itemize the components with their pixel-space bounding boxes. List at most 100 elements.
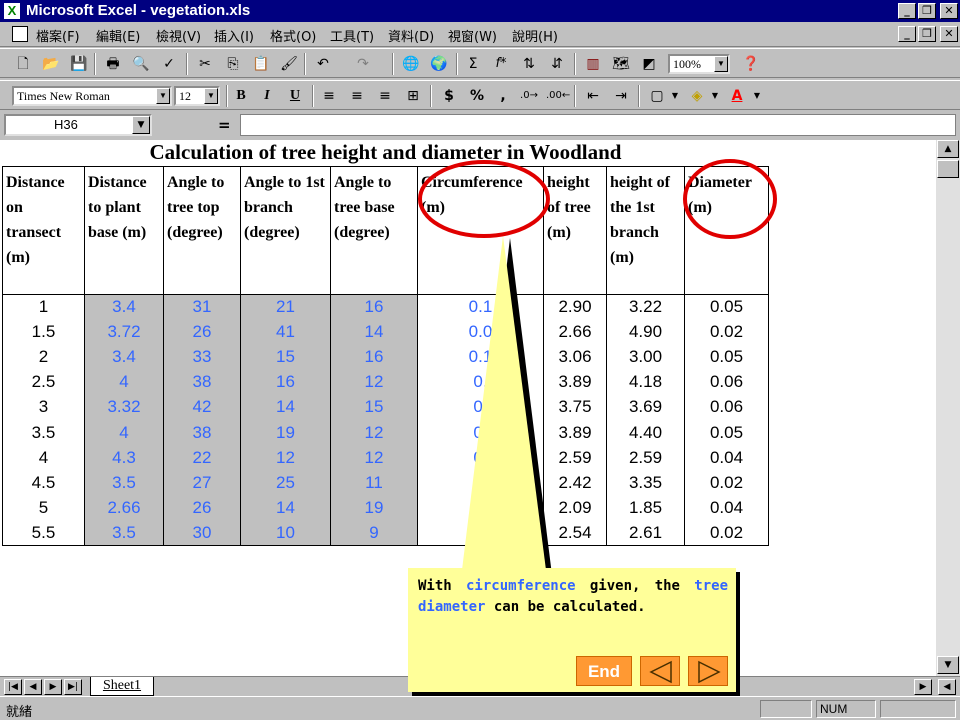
table-cell[interactable]: 38 (163, 419, 241, 446)
column-header[interactable]: Circumference (m) (417, 165, 544, 295)
table-cell[interactable]: 4.40 (606, 419, 685, 446)
table-cell[interactable]: 12 (330, 445, 418, 471)
table-cell[interactable]: 3.69 (606, 394, 685, 420)
tab-sheet1[interactable]: Sheet1 (90, 677, 154, 696)
save-icon[interactable]: 💾 (68, 53, 90, 75)
table-cell[interactable]: 41 (240, 319, 331, 345)
table-cell[interactable]: 14 (240, 495, 331, 521)
previous-slide-button[interactable] (640, 656, 680, 686)
table-cell[interactable]: 25 (240, 470, 331, 496)
table-cell[interactable]: 0.05 (684, 419, 769, 446)
menu-tools[interactable]: 工具(T) (330, 26, 374, 45)
table-cell[interactable]: 4.3 (84, 445, 164, 471)
table-cell[interactable]: 3.72 (84, 319, 164, 345)
table-cell[interactable]: 15 (240, 344, 331, 370)
column-header[interactable]: height of tree (m) (543, 165, 607, 295)
chevron-down-icon[interactable]: ▼ (204, 88, 218, 104)
print-icon[interactable]: 🖶 (102, 53, 124, 75)
next-slide-button[interactable] (688, 656, 728, 686)
end-button[interactable]: End (576, 656, 632, 686)
table-cell[interactable]: 0. (417, 445, 544, 471)
bold-button[interactable]: B (230, 85, 252, 107)
sheet-title[interactable]: Calculation of tree height and diameter … (3, 140, 769, 166)
table-cell[interactable]: 0.04 (684, 495, 769, 521)
map-icon[interactable]: 🗺 (610, 53, 632, 75)
column-header[interactable]: Angle to tree base (degree) (330, 165, 418, 295)
restore-button[interactable]: ❐ (918, 3, 936, 19)
table-cell[interactable]: 0.02 (684, 319, 769, 345)
table-cell[interactable]: 16 (330, 344, 418, 370)
excel-icon[interactable]: X (4, 3, 20, 19)
decrease-decimal-icon[interactable]: .00← (546, 85, 570, 107)
chevron-down-icon[interactable]: ▼ (664, 85, 686, 107)
table-cell[interactable]: 1.5 (2, 319, 85, 345)
table-cell[interactable]: 0.05 (684, 344, 769, 370)
cut-icon[interactable]: ✂ (194, 53, 216, 75)
table-cell[interactable]: 2 (2, 344, 85, 370)
open-icon[interactable]: 📂 (40, 53, 62, 75)
doc-restore-button[interactable]: ❐ (918, 26, 936, 42)
last-sheet-button[interactable]: ▶| (64, 679, 82, 695)
table-cell[interactable]: 3.75 (543, 394, 607, 420)
table-cell[interactable]: 0.02 (684, 520, 769, 547)
doc-minimize-button[interactable]: _ (898, 26, 916, 42)
scroll-right-button[interactable]: ▶ (914, 679, 932, 695)
menu-edit[interactable]: 編輯(E) (96, 26, 140, 45)
table-cell[interactable]: 2.61 (606, 520, 685, 547)
merge-center-icon[interactable]: ⊞ (402, 85, 424, 107)
sort-descending-icon[interactable]: ⇵ (546, 53, 568, 75)
document-icon[interactable] (12, 26, 28, 42)
table-cell[interactable] (417, 520, 544, 547)
table-cell[interactable]: 26 (163, 495, 241, 521)
table-cell[interactable]: 3.22 (606, 294, 685, 320)
table-cell[interactable]: 0. (417, 369, 544, 395)
print-preview-icon[interactable]: 🔍 (130, 53, 152, 75)
menu-file[interactable]: 檔案(F) (36, 26, 80, 45)
comma-button[interactable]: , (492, 85, 514, 107)
first-sheet-button[interactable]: |◀ (4, 679, 22, 695)
table-cell[interactable]: 3.06 (543, 344, 607, 370)
underline-button[interactable]: U (284, 85, 306, 107)
table-cell[interactable]: 21 (240, 294, 331, 320)
copy-icon[interactable]: ⎘ (222, 53, 244, 75)
table-cell[interactable]: 16 (240, 369, 331, 395)
chevron-down-icon[interactable]: ▼ (156, 88, 170, 104)
table-cell[interactable]: 19 (330, 495, 418, 521)
prev-sheet-button[interactable]: ◀ (24, 679, 42, 695)
table-cell[interactable]: 3.89 (543, 369, 607, 395)
menu-help[interactable]: 說明(H) (512, 26, 558, 45)
table-cell[interactable]: 0.0 (417, 319, 544, 345)
table-cell[interactable]: 30 (163, 520, 241, 547)
table-cell[interactable]: 11 (330, 470, 418, 496)
scroll-down-button[interactable]: ▼ (937, 656, 959, 674)
table-cell[interactable]: 1 (2, 294, 85, 320)
decrease-indent-icon[interactable]: ⇤ (582, 85, 604, 107)
chart-wizard-icon[interactable]: ▥ (582, 53, 604, 75)
table-cell[interactable]: 2.66 (543, 319, 607, 345)
table-cell[interactable]: 26 (163, 319, 241, 345)
table-cell[interactable]: 14 (330, 319, 418, 345)
italic-button[interactable]: I (256, 85, 278, 107)
table-cell[interactable]: 2.59 (606, 445, 685, 471)
table-cell[interactable]: 16 (330, 294, 418, 320)
column-header[interactable]: Distance to plant base (m) (84, 165, 164, 295)
column-header[interactable]: Angle to 1st branch (degree) (240, 165, 331, 295)
table-cell[interactable]: 5 (2, 495, 85, 521)
column-header[interactable]: Diameter (m) (684, 165, 769, 295)
table-cell[interactable]: 3.5 (84, 470, 164, 496)
table-cell[interactable]: 27 (163, 470, 241, 496)
menu-view[interactable]: 檢視(V) (156, 26, 201, 45)
table-cell[interactable]: 14 (240, 394, 331, 420)
table-cell[interactable]: 5.5 (2, 520, 85, 547)
table-cell[interactable]: 38 (163, 369, 241, 395)
chevron-down-icon[interactable]: ▼ (714, 56, 728, 72)
table-cell[interactable]: 0 (417, 495, 544, 521)
scroll-thumb[interactable] (937, 160, 959, 178)
increase-indent-icon[interactable]: ⇥ (610, 85, 632, 107)
table-cell[interactable]: 2.66 (84, 495, 164, 521)
currency-button[interactable]: $ (438, 85, 460, 107)
table-cell[interactable]: 2.5 (2, 369, 85, 395)
scroll-left-button[interactable]: ◀ (938, 679, 956, 695)
table-cell[interactable]: 3.4 (84, 344, 164, 370)
font-color-icon[interactable]: A (726, 85, 748, 107)
